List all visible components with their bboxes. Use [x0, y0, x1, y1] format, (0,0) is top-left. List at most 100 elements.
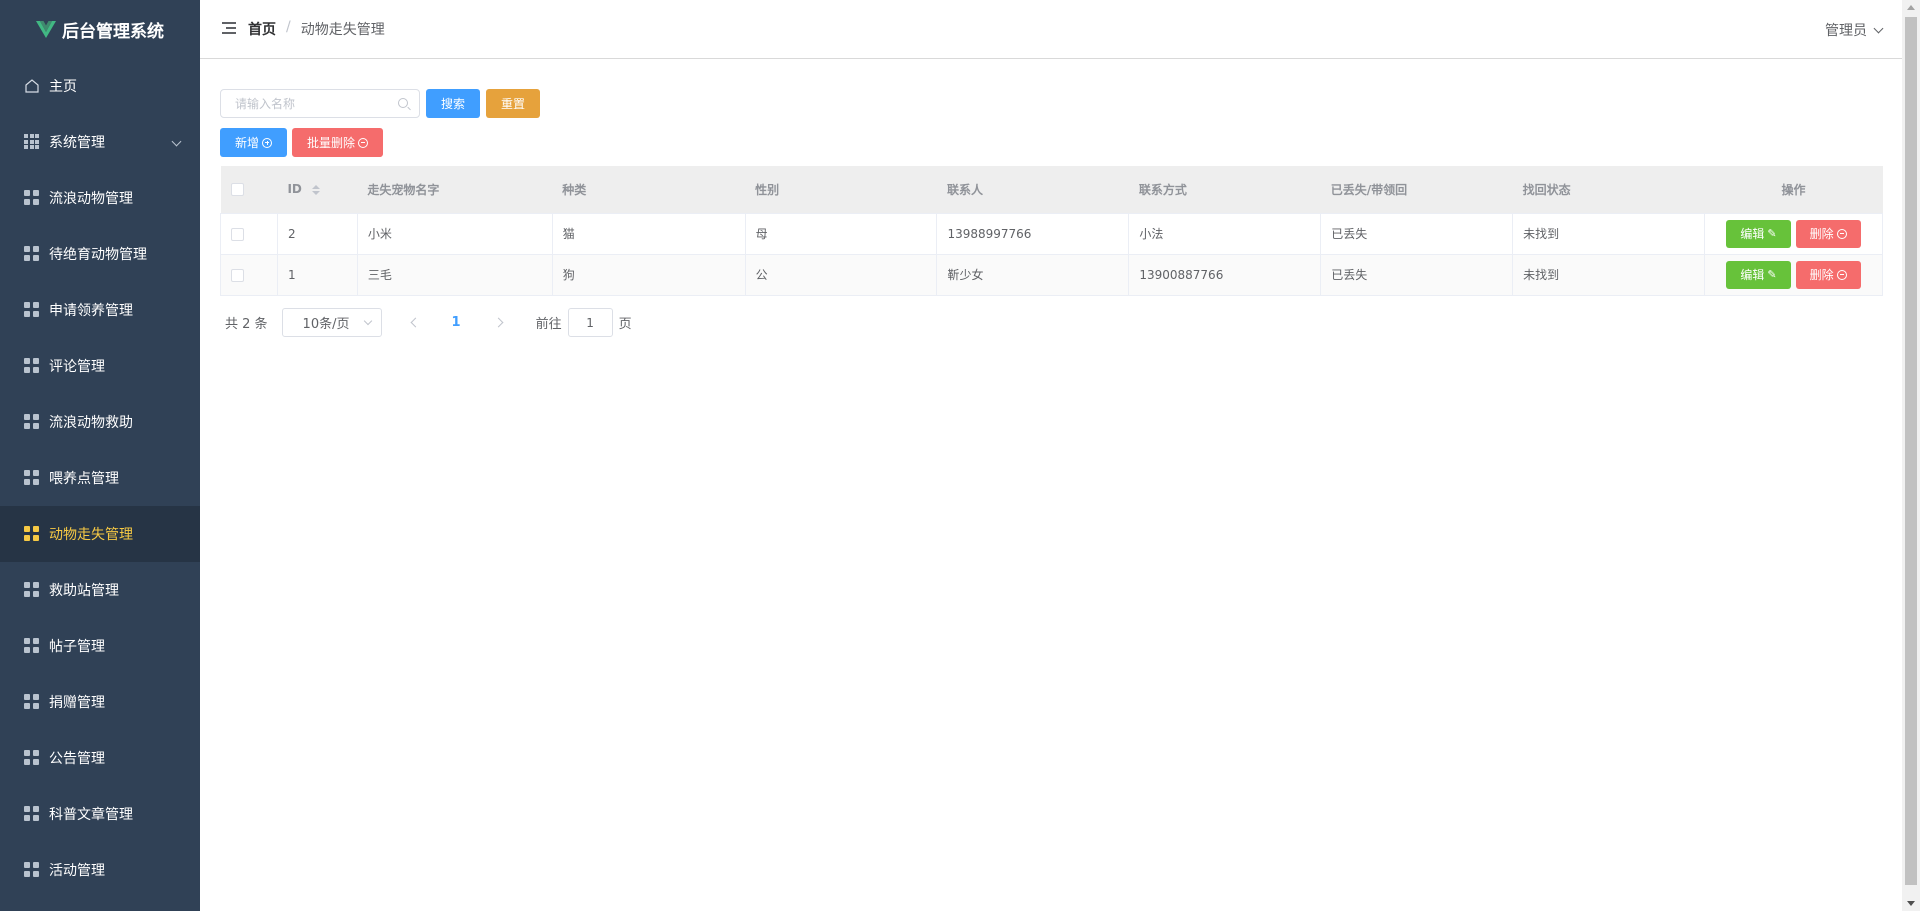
page-size-select[interactable]: 10条/页	[281, 308, 382, 337]
sidebar-item-rescue[interactable]: 流浪动物救助	[0, 394, 200, 450]
menu-icon	[24, 358, 40, 374]
column-header-contact-info: 联系方式	[1128, 166, 1321, 214]
sidebar-item-adoption[interactable]: 申请领养管理	[0, 282, 200, 338]
sidebar-item-articles[interactable]: 科普文章管理	[0, 786, 200, 842]
sidebar-item-activities[interactable]: 活动管理	[0, 842, 200, 898]
breadcrumb-home[interactable]: 首页	[248, 19, 276, 39]
vertical-scrollbar[interactable]	[1902, 0, 1920, 911]
pagination-total: 共 2 条	[225, 317, 268, 332]
goto-label: 前往	[535, 317, 562, 332]
sort-icon[interactable]	[312, 184, 321, 195]
cell-contact-info: 小法	[1128, 213, 1322, 255]
sidebar-item-label: 喂养点管理	[49, 471, 119, 487]
cell-species: 猫	[552, 213, 746, 255]
page-number[interactable]: 1	[452, 315, 461, 330]
scroll-down-icon[interactable]	[1907, 901, 1915, 906]
hamburger-icon[interactable]	[222, 22, 236, 34]
app-logo[interactable]: 后台管理系统	[0, 0, 200, 58]
row-checkbox[interactable]	[231, 268, 244, 282]
delete-button-label: 删除	[1809, 268, 1834, 282]
cell-operations: 编辑 ✎ 删除	[1704, 254, 1884, 296]
sidebar-item-label: 科普文章管理	[49, 807, 133, 823]
cell-found-status: 未找到	[1512, 213, 1705, 255]
scroll-up-icon[interactable]	[1907, 5, 1915, 10]
cell-contact-person: 靳少女	[936, 254, 1130, 296]
menu-icon	[24, 190, 40, 206]
lost-animals-table: ID 走失宠物名字 种类 性别 联系人 联系方式 已丢失/带领回 找回状态 操作…	[220, 166, 1884, 296]
search-field	[220, 89, 420, 118]
cell-operations: 编辑 ✎ 删除	[1704, 213, 1884, 255]
sidebar-item-lost-animals[interactable]: 动物走失管理	[0, 506, 200, 562]
sidebar-item-label: 动物走失管理	[49, 527, 133, 543]
add-button-label: 新增	[235, 136, 260, 150]
search-button[interactable]: 搜索	[426, 89, 481, 118]
menu-icon	[24, 638, 40, 654]
delete-button-label: 删除	[1809, 227, 1834, 241]
sidebar-item-donations[interactable]: 捐赠管理	[0, 674, 200, 730]
menu-icon	[24, 582, 40, 598]
chevron-down-icon	[1873, 23, 1884, 33]
sidebar-item-neuter[interactable]: 待绝育动物管理	[0, 226, 200, 282]
row-checkbox[interactable]	[231, 227, 244, 241]
sidebar-item-announcements[interactable]: 公告管理	[0, 730, 200, 786]
breadcrumb-separator: /	[286, 19, 291, 35]
search-toolbar: 搜索 重置	[220, 89, 541, 118]
breadcrumb-current: 动物走失管理	[300, 22, 385, 38]
reset-button[interactable]: 重置	[486, 89, 541, 118]
sidebar-item-comments[interactable]: 评论管理	[0, 338, 200, 394]
batch-delete-button[interactable]: 批量删除	[292, 128, 384, 157]
sidebar-item-label: 公告管理	[49, 751, 105, 767]
sidebar-item-label: 评论管理	[49, 359, 105, 375]
edit-icon: ✎	[1767, 268, 1777, 281]
sidebar-item-stray-animals[interactable]: 流浪动物管理	[0, 170, 200, 226]
sidebar-item-feeding[interactable]: 喂养点管理	[0, 450, 200, 506]
cell-contact-person: 13988997766	[936, 213, 1130, 255]
column-header-contact-person: 联系人	[936, 166, 1129, 214]
circle-minus-icon	[1836, 269, 1847, 280]
delete-button[interactable]: 删除	[1795, 219, 1861, 248]
user-dropdown[interactable]: 管理员	[1825, 20, 1884, 40]
goto-page-input[interactable]	[567, 308, 613, 337]
prev-page-icon[interactable]	[410, 317, 420, 328]
column-header-lost-status: 已丢失/带领回	[1320, 166, 1513, 214]
select-all-checkbox[interactable]	[230, 183, 244, 197]
sidebar-item-posts[interactable]: 帖子管理	[0, 618, 200, 674]
table-row: 1 三毛 狗 公 靳少女 13900887766 已丢失 未找到 编辑 ✎ 删除	[220, 254, 1884, 296]
next-page-icon[interactable]	[493, 317, 504, 328]
sidebar: 后台管理系统 主页 系统管理 流浪动物管理 待绝育动物管理 申请领养管理 评论管…	[0, 0, 200, 911]
cell-name: 三毛	[357, 254, 553, 296]
scrollbar-thumb[interactable]	[1905, 17, 1917, 885]
column-header-name: 走失宠物名字	[357, 166, 553, 214]
table-header-row: ID 走失宠物名字 种类 性别 联系人 联系方式 已丢失/带领回 找回状态 操作	[220, 166, 1883, 214]
column-header-label: ID	[287, 182, 302, 197]
column-header-found-status: 找回状态	[1512, 166, 1705, 214]
sidebar-item-system[interactable]: 系统管理	[0, 114, 200, 170]
cell-species: 狗	[552, 254, 746, 296]
menu-icon	[24, 246, 40, 262]
cell-name: 小米	[357, 213, 553, 255]
delete-button[interactable]: 删除	[1795, 260, 1861, 289]
sidebar-item-rescue-station[interactable]: 救助站管理	[0, 562, 200, 618]
sidebar-item-label: 救助站管理	[49, 583, 119, 599]
edit-button[interactable]: 编辑 ✎	[1726, 260, 1791, 289]
column-header-species: 种类	[552, 166, 746, 214]
column-header-id[interactable]: ID	[277, 166, 358, 214]
sidebar-item-home[interactable]: 主页	[0, 58, 200, 114]
sidebar-item-label: 捐赠管理	[49, 695, 105, 711]
column-header-operations: 操作	[1704, 166, 1883, 214]
menu-icon	[24, 806, 40, 822]
add-button[interactable]: 新增	[220, 128, 288, 157]
grid-icon	[24, 134, 40, 150]
cell-id: 2	[277, 213, 358, 255]
menu-icon	[24, 694, 40, 710]
search-input[interactable]	[221, 90, 391, 117]
table-row: 2 小米 猫 母 13988997766 小法 已丢失 未找到 编辑 ✎ 删除	[220, 213, 1884, 255]
sidebar-item-label: 系统管理	[49, 135, 105, 151]
edit-button[interactable]: 编辑 ✎	[1726, 219, 1791, 248]
breadcrumb: 首页 / 动物走失管理	[248, 19, 385, 39]
menu-icon	[24, 526, 40, 542]
action-toolbar: 新增 批量删除	[220, 128, 384, 157]
sidebar-item-label: 活动管理	[49, 863, 105, 879]
circle-minus-icon	[1836, 228, 1847, 239]
chevron-down-icon	[171, 136, 182, 147]
